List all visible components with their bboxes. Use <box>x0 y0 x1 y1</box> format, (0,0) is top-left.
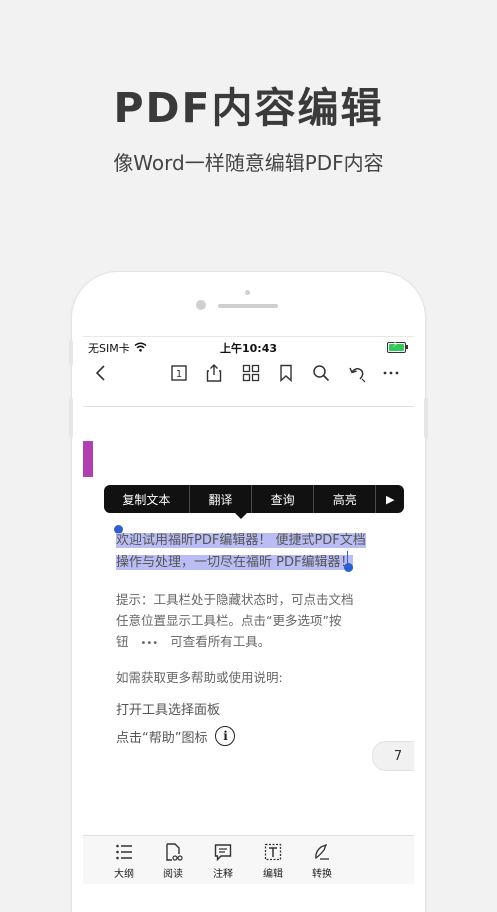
phone-camera <box>196 300 206 310</box>
battery-icon: ⚡ <box>387 340 408 353</box>
edit-text-icon <box>264 843 282 861</box>
share-icon[interactable] <box>204 361 224 385</box>
undo-icon[interactable] <box>347 361 367 385</box>
convert-icon <box>315 843 329 860</box>
tab-label: 转换 <box>312 869 332 880</box>
tab-label: 阅读 <box>163 869 183 880</box>
context-menu-pointer <box>234 512 248 519</box>
tab-convert[interactable]: 转换 <box>302 842 342 880</box>
tab-annotate[interactable]: 注释 <box>203 842 243 880</box>
status-bar: 无SIM卡 上午10:43 ⚡ <box>83 337 414 357</box>
menu-item-lookup[interactable]: 查询 <box>252 485 315 513</box>
more-icon[interactable] <box>381 361 401 385</box>
open-tools-text: 打开工具选择面板 <box>116 703 221 718</box>
tip-line: 提示：工具栏处于隐藏状态时，可点击文档 <box>116 592 354 607</box>
tip-line: 任意位置显示工具栏。点击“更多选项”按 <box>116 613 342 628</box>
bookmark-icon[interactable] <box>276 361 296 385</box>
toolbar-divider <box>83 406 414 407</box>
thumbnails-icon[interactable] <box>241 361 261 385</box>
tip-line: 钮 ••• 可查看所有工具。 <box>116 631 378 654</box>
bookmark-tab[interactable] <box>83 441 93 477</box>
tab-label: 编辑 <box>263 869 283 880</box>
phone-speaker <box>218 304 278 308</box>
help-line: 点击“帮助”图标 i <box>116 726 236 746</box>
top-toolbar: 1 <box>83 357 414 389</box>
outline-icon <box>116 844 132 860</box>
page-indicator[interactable]: 7 <box>372 741 414 771</box>
help-heading: 如需获取更多帮助或使用说明: <box>116 670 283 685</box>
tip-line-text: 钮 <box>116 634 129 649</box>
selected-text-line: 操作与处理，一切尽在福昕 PDF编辑器！ <box>116 555 354 570</box>
phone-sensor <box>245 290 250 295</box>
phone-side-button <box>69 398 73 438</box>
selection-end-handle[interactable] <box>344 563 353 572</box>
phone-side-button <box>69 340 73 366</box>
tab-outline[interactable]: 大纲 <box>104 842 144 880</box>
more-dots-icon: ••• <box>140 638 159 649</box>
back-icon[interactable] <box>91 361 111 385</box>
phone-side-button <box>424 398 428 438</box>
tab-label: 大纲 <box>114 869 134 880</box>
context-menu: 复制文本 翻译 查询 高亮 ▶ <box>104 485 404 513</box>
selected-text[interactable]: 欢迎试用福昕PDF编辑器！ 便捷式PDF文档 操作与处理，一切尽在福昕 PDF编… <box>116 530 378 574</box>
menu-more-arrow[interactable]: ▶ <box>376 485 404 513</box>
search-icon[interactable] <box>311 361 331 385</box>
read-icon <box>166 843 183 861</box>
tab-read[interactable]: 阅读 <box>153 842 193 880</box>
menu-item-highlight[interactable]: 高亮 <box>314 485 377 513</box>
tab-edit[interactable]: 编辑 <box>253 842 293 880</box>
bottom-tab-bar: 大纲 阅读 注释 编辑 转换 <box>83 835 414 884</box>
tip-line-text: 可查看所有工具。 <box>170 634 271 649</box>
click-help-text: 点击“帮助”图标 <box>116 730 208 746</box>
menu-item-translate[interactable]: 翻译 <box>190 485 253 513</box>
tab-label: 注释 <box>213 869 233 880</box>
page-number-icon[interactable]: 1 <box>169 361 189 385</box>
annotate-icon <box>214 844 232 862</box>
phone-screen: 无SIM卡 上午10:43 ⚡ 1 复制文本 翻译 查询 高亮 ▶ 欢迎试用福昕… <box>83 336 414 884</box>
info-icon[interactable]: i <box>215 726 236 746</box>
hero-title: PDF内容编辑 <box>113 84 384 132</box>
tip-paragraph: 提示：工具栏处于隐藏状态时，可点击文档 任意位置显示工具栏。点击“更多选项”按 … <box>116 589 378 654</box>
hero-subtitle: 像Word一样随意编辑PDF内容 <box>113 151 384 175</box>
page-number-text: 1 <box>176 369 182 380</box>
menu-item-copy-text[interactable]: 复制文本 <box>104 485 190 513</box>
selected-text-line: 欢迎试用福昕PDF编辑器！ 便捷式PDF文档 <box>116 533 366 548</box>
status-time: 上午10:43 <box>219 342 277 355</box>
